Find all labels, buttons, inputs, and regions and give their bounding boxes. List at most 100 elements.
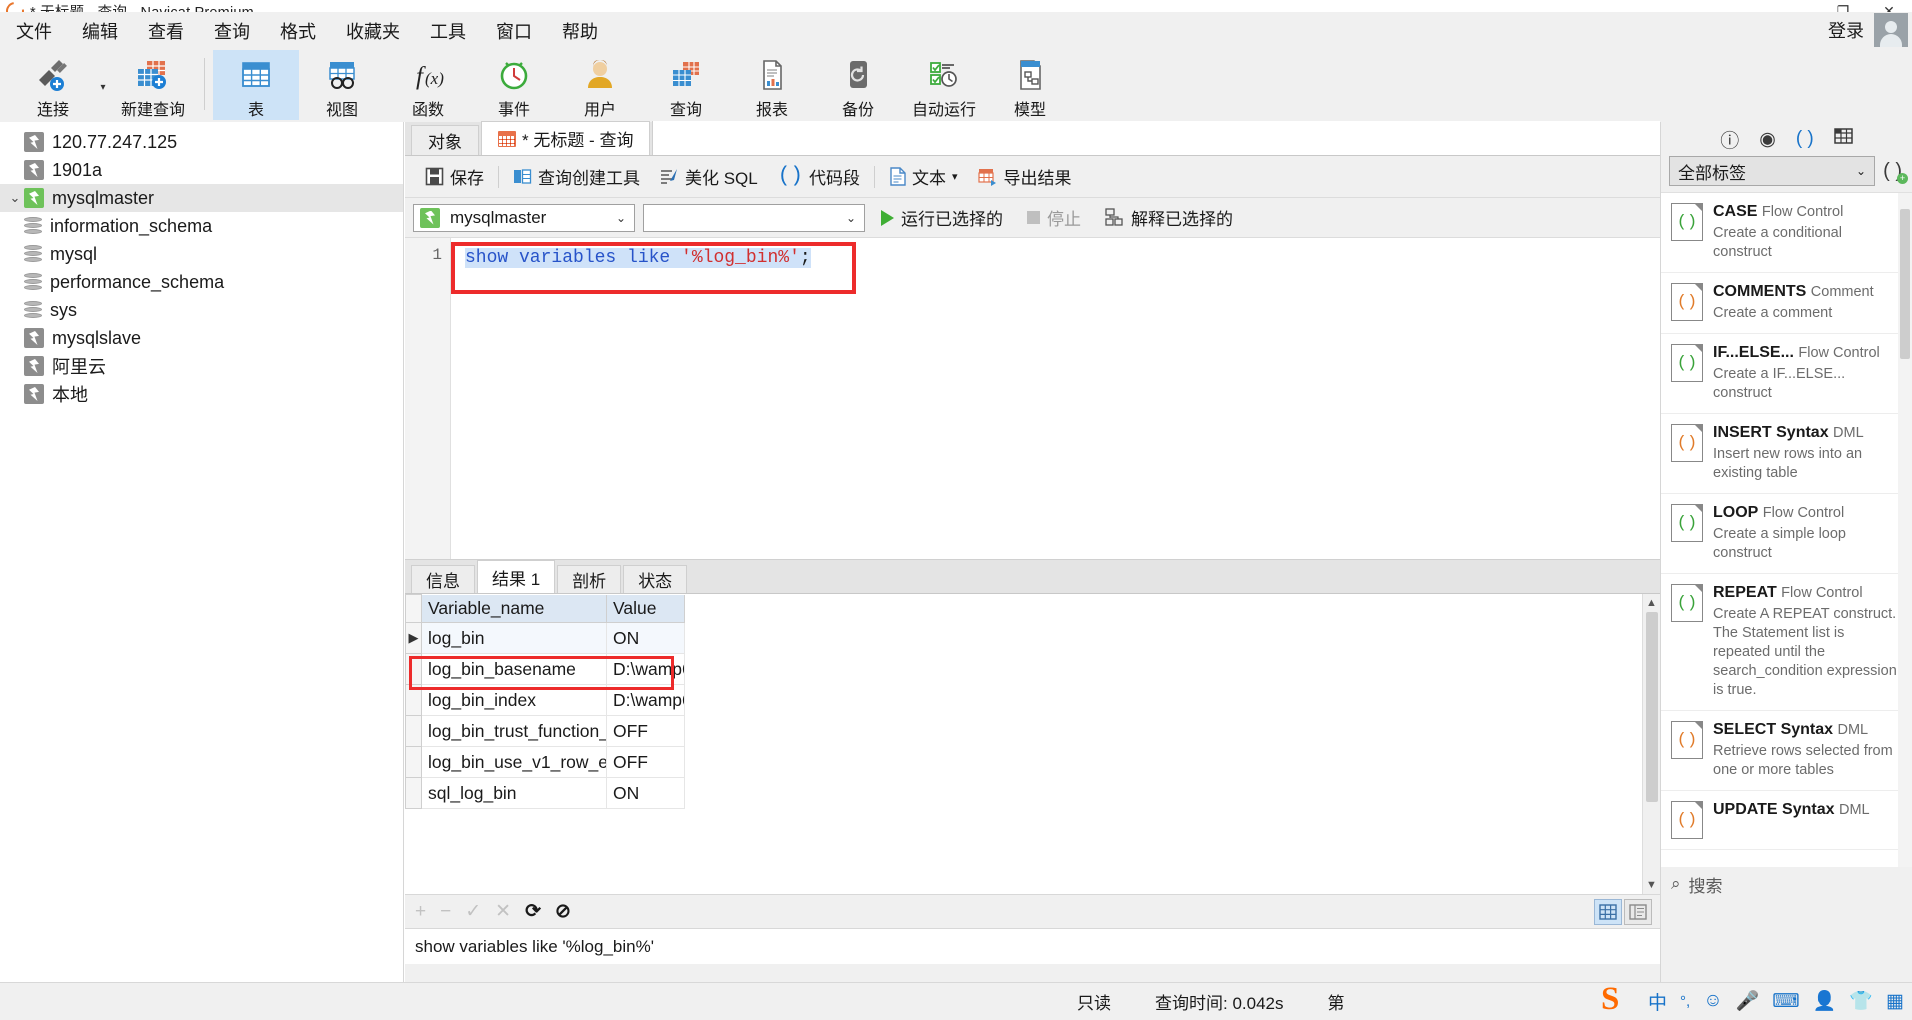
menu-tools[interactable]: 工具 xyxy=(428,16,468,46)
connection-tree[interactable]: › 120.77.247.125 › 1901a ⌄ mysqlmaster i… xyxy=(0,122,404,982)
table-row[interactable]: log_bin_use_v1_row_event OFF xyxy=(405,746,685,778)
cell-value[interactable]: D:\wamp6 xyxy=(606,684,685,716)
grid-scrollbar[interactable]: ▲ ▼ xyxy=(1642,594,1660,894)
explain-selected-button[interactable]: 解释已选择的 xyxy=(1097,205,1241,230)
emoji-icon[interactable]: ☺ xyxy=(1703,990,1722,1012)
sql-editor[interactable]: 1 show variables like '%log_bin%'; xyxy=(405,238,1660,560)
list-item[interactable]: () COMMENTS Comment Create a comment xyxy=(1661,273,1912,334)
tab-objects[interactable]: 对象 xyxy=(411,125,479,155)
tree-node-connection[interactable]: › 120.77.247.125 xyxy=(0,128,403,156)
list-item[interactable]: () CASE Flow Control Create a conditiona… xyxy=(1661,193,1912,273)
scroll-down-icon[interactable]: ▼ xyxy=(1643,876,1660,894)
remove-record-icon[interactable]: − xyxy=(440,901,451,923)
cell-value[interactable]: OFF xyxy=(606,715,685,747)
scrollbar-thumb[interactable] xyxy=(1646,612,1658,802)
toolbar-function[interactable]: f (x) 函数 xyxy=(385,50,471,120)
menu-view[interactable]: 查看 xyxy=(146,16,186,46)
chevron-down-icon[interactable]: ⌄ xyxy=(846,211,856,225)
table-row[interactable]: sql_log_bin ON xyxy=(405,777,685,809)
keyboard-icon[interactable]: ⌨ xyxy=(1772,990,1799,1013)
table-row[interactable]: log_bin_index D:\wamp6 xyxy=(405,684,685,716)
toolbar-table[interactable]: 表 xyxy=(213,50,299,120)
cell-variable-name[interactable]: log_bin_use_v1_row_event xyxy=(421,746,607,778)
add-record-icon[interactable]: + xyxy=(415,901,426,923)
toolbar-event[interactable]: 事件 xyxy=(471,50,557,120)
form-view-icon[interactable] xyxy=(1624,898,1652,925)
chevron-down-icon[interactable]: ⌄ xyxy=(1856,164,1866,178)
toolbar-user[interactable]: 用户 xyxy=(557,50,643,120)
tab-result-1[interactable]: 结果 1 xyxy=(477,560,556,593)
column-header-variable-name[interactable]: Variable_name xyxy=(421,594,607,623)
tab-status[interactable]: 状态 xyxy=(623,565,688,593)
snippet-button[interactable]: () 代码段 xyxy=(768,162,870,192)
refresh-icon[interactable]: ⟳ xyxy=(525,900,541,923)
menu-file[interactable]: 文件 xyxy=(14,16,54,46)
tree-node-connection[interactable]: › 本地 xyxy=(0,380,403,408)
add-snippet-icon[interactable]: ( ) + xyxy=(1883,160,1908,184)
snippet-search[interactable]: ⌕ 搜索 xyxy=(1661,867,1912,901)
table-row[interactable]: log_bin_trust_function_cre OFF xyxy=(405,715,685,747)
toolbar-backup[interactable]: 备份 xyxy=(815,50,901,120)
tag-filter-select[interactable]: 全部标签 ⌄ xyxy=(1669,156,1876,186)
column-header-value[interactable]: Value xyxy=(606,594,685,623)
cell-value[interactable]: D:\wamp6 xyxy=(606,653,685,685)
table-row[interactable]: ▶ log_bin ON xyxy=(405,622,685,654)
tree-node-database[interactable]: performance_schema xyxy=(0,268,403,296)
user-badge-icon[interactable]: 👤 xyxy=(1813,989,1837,1013)
list-item[interactable]: () IF...ELSE... Flow Control Create a IF… xyxy=(1661,334,1912,414)
sogou-logo-icon[interactable]: S xyxy=(1601,983,1635,1018)
list-item[interactable]: () SELECT Syntax DML Retrieve rows selec… xyxy=(1661,711,1912,791)
menu-format[interactable]: 格式 xyxy=(278,16,318,46)
apps-icon[interactable]: ▦ xyxy=(1886,990,1904,1013)
tree-node-connection[interactable]: › 1901a xyxy=(0,156,403,184)
tree-node-connection[interactable]: › 阿里云 xyxy=(0,352,403,380)
scroll-up-icon[interactable]: ▲ xyxy=(1643,594,1660,612)
tree-node-connection-active[interactable]: ⌄ mysqlmaster xyxy=(0,184,403,212)
menu-favorites[interactable]: 收藏夹 xyxy=(344,16,402,46)
toolbar-connection[interactable]: 连接 xyxy=(10,50,96,120)
tab-query[interactable]: * 无标题 - 查询 xyxy=(481,121,651,155)
menu-help[interactable]: 帮助 xyxy=(560,16,600,46)
result-grid[interactable]: Variable_name Value ▶ log_bin ON log_bin… xyxy=(405,594,1660,894)
toolbar-new-query[interactable]: 新建查询 xyxy=(110,50,196,120)
chevron-down-icon[interactable]: ▾ xyxy=(952,170,958,183)
scrollbar-thumb[interactable] xyxy=(1900,209,1910,359)
eye-icon[interactable]: ◉ xyxy=(1759,128,1776,151)
tree-node-connection[interactable]: › mysqlslave xyxy=(0,324,403,352)
tree-node-database[interactable]: information_schema xyxy=(0,212,403,240)
chevron-down-icon[interactable]: ⌄ xyxy=(6,190,24,206)
cell-variable-name[interactable]: log_bin_trust_function_cre xyxy=(421,715,607,747)
connection-select[interactable]: mysqlmaster ⌄ xyxy=(413,203,635,232)
discard-change-icon[interactable]: ✕ xyxy=(495,900,511,923)
beautify-sql-button[interactable]: 美化 SQL xyxy=(650,162,768,192)
info-icon[interactable]: ⓘ xyxy=(1720,126,1739,153)
cell-value[interactable]: ON xyxy=(606,777,685,809)
punctuation-icon[interactable]: °, xyxy=(1680,993,1690,1010)
cell-variable-name[interactable]: log_bin_basename xyxy=(421,653,607,685)
list-item[interactable]: () LOOP Flow Control Create a simple loo… xyxy=(1661,494,1912,574)
list-item[interactable]: () INSERT Syntax DML Insert new rows int… xyxy=(1661,414,1912,494)
tab-profile[interactable]: 剖析 xyxy=(557,565,622,593)
run-selected-button[interactable]: 运行已选择的 xyxy=(873,205,1011,230)
chevron-down-icon[interactable]: ⌄ xyxy=(616,211,626,225)
table-struct-icon[interactable] xyxy=(1834,128,1853,150)
toolbar-query[interactable]: 查询 xyxy=(643,50,729,120)
list-item[interactable]: () UPDATE Syntax DML xyxy=(1661,791,1912,850)
menu-query[interactable]: 查询 xyxy=(212,16,252,46)
toolbar-report[interactable]: 报表 xyxy=(729,50,815,120)
database-select[interactable]: ⌄ xyxy=(643,203,865,232)
cell-variable-name[interactable]: sql_log_bin xyxy=(421,777,607,809)
export-result-button[interactable]: 导出结果 xyxy=(968,162,1082,192)
tree-node-database[interactable]: sys xyxy=(0,296,403,324)
menu-window[interactable]: 窗口 xyxy=(494,16,534,46)
cell-variable-name[interactable]: log_bin xyxy=(421,622,607,654)
toolbar-view[interactable]: 视图 xyxy=(299,50,385,120)
apply-change-icon[interactable]: ✓ xyxy=(465,900,481,923)
stop-loading-icon[interactable]: ⊘ xyxy=(555,900,571,923)
avatar[interactable] xyxy=(1874,13,1908,47)
cell-variable-name[interactable]: log_bin_index xyxy=(421,684,607,716)
grid-view-icon[interactable] xyxy=(1594,898,1622,925)
shirt-icon[interactable]: 👕 xyxy=(1849,989,1873,1013)
toolbar-model[interactable]: 模型 xyxy=(987,50,1073,120)
snippet-list[interactable]: () CASE Flow Control Create a conditiona… xyxy=(1661,192,1912,867)
